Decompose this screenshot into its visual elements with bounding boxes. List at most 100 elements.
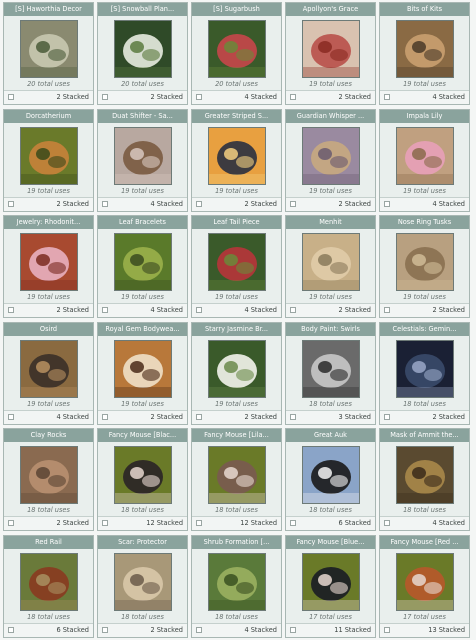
select-checkbox[interactable] [8,520,14,527]
item-card[interactable]: Fancy Mouse [Blue... 17 total uses 11 St… [285,534,376,638]
item-name[interactable]: Royal Gem Bodywea... [98,322,187,336]
item-card[interactable]: [S] Sugarbush 20 total uses 4 Stacked [191,2,282,105]
item-card[interactable]: Greater Striped S... 19 total uses 2 Sta… [191,108,282,212]
leaf-bracelet-icon[interactable] [113,233,172,292]
item-card[interactable]: Celestials: Gemin... 18 total uses 2 Sta… [379,321,470,425]
select-checkbox[interactable] [290,94,296,100]
item-card[interactable]: Menhit 19 total uses 2 Stacked [285,215,376,319]
select-checkbox[interactable] [102,520,108,527]
item-card[interactable]: Starry Jasmine Br... 19 total uses 2 Sta… [191,321,282,425]
select-checkbox[interactable] [102,200,108,207]
select-checkbox[interactable] [290,413,296,420]
red-fire-tail-icon[interactable] [301,20,360,78]
twin-cats-icon[interactable] [395,339,454,398]
white-flowers-icon[interactable] [113,20,172,78]
cougar-face-icon[interactable] [395,233,454,292]
lilac-mouse-icon[interactable] [207,446,266,505]
item-name[interactable]: Nose Ring Tusks [380,216,469,230]
select-checkbox[interactable] [384,626,390,633]
item-name[interactable]: Osird [4,322,93,336]
item-card[interactable]: Leaf Tail Piece 19 total uses 4 Stacked [191,215,282,319]
select-checkbox[interactable] [102,94,108,100]
item-card[interactable]: Bits of Kits 19 total uses 4 Stacked [379,2,470,105]
kittens-icon[interactable] [395,20,454,78]
item-card[interactable]: Nose Ring Tusks 19 total uses 2 Stacked [379,215,470,319]
pink-lily-icon[interactable] [395,126,454,185]
item-card[interactable]: Guardian Whisper ... 19 total uses 2 Sta… [285,108,376,212]
item-name[interactable]: Impala Lily [380,109,469,123]
item-card[interactable]: Apollyon's Grace 19 total uses 2 Stacked [285,2,376,105]
item-name[interactable]: Bits of Kits [380,3,469,16]
item-name[interactable]: Mask of Ammit the... [380,429,469,443]
item-name[interactable]: Fancy Mouse [Lila... [192,429,281,443]
select-checkbox[interactable] [196,520,202,527]
item-name[interactable]: Clay Rocks [4,429,93,443]
select-checkbox[interactable] [8,200,14,207]
select-checkbox[interactable] [290,626,296,633]
item-name[interactable]: Fancy Mouse [Blac... [98,429,187,443]
select-checkbox[interactable] [384,520,390,527]
item-name[interactable]: Leaf Bracelets [98,216,187,230]
select-checkbox[interactable] [8,307,14,314]
sugarbush-plant-icon[interactable] [207,20,266,78]
item-card[interactable]: Fancy Mouse [Lila... 18 total uses 12 St… [191,428,282,532]
select-checkbox[interactable] [102,626,108,633]
swallow-bird-icon[interactable] [207,126,266,185]
select-checkbox[interactable] [290,520,296,527]
item-name[interactable]: Guardian Whisper ... [286,109,375,123]
auk-bird-icon[interactable] [301,446,360,505]
rock-icon[interactable] [19,446,78,505]
falcon-lioness-icon[interactable] [113,126,172,185]
item-card[interactable]: Fancy Mouse [Blac... 18 total uses 12 St… [97,428,188,532]
dagger-icon[interactable] [19,339,78,398]
item-card[interactable]: Osird 19 total uses 4 Stacked [3,321,94,425]
select-checkbox[interactable] [384,307,390,314]
item-name[interactable]: [S] Haworthia Decor [4,3,93,16]
item-name[interactable]: Greater Striped S... [192,109,281,123]
item-card[interactable]: Leaf Bracelets 19 total uses 4 Stacked [97,215,188,319]
select-checkbox[interactable] [384,413,390,420]
select-checkbox[interactable] [196,307,202,314]
item-name[interactable]: Fancy Mouse [Red ... [380,535,469,549]
item-card[interactable]: Clay Rocks 18 total uses 2 Stacked [3,428,94,532]
item-card[interactable]: Royal Gem Bodywea... 19 total uses 2 Sta… [97,321,188,425]
item-card[interactable]: Red Rail 18 total uses 6 Stacked [3,534,94,638]
select-checkbox[interactable] [290,307,296,314]
succulent-icon[interactable] [19,20,78,78]
item-name[interactable]: Jewelry: Rhodonit... [4,216,93,230]
item-name[interactable]: Menhit [286,216,375,230]
lion-face-icon[interactable] [113,552,172,611]
select-checkbox[interactable] [196,626,202,633]
item-card[interactable]: [S] Snowball Plan... 20 total uses 2 Sta… [97,2,188,105]
item-name[interactable]: Body Paint: Swirls [286,322,375,336]
blue-mouse-icon[interactable] [301,552,360,611]
item-card[interactable]: Fancy Mouse [Red ... 17 total uses 13 St… [379,534,470,638]
select-checkbox[interactable] [384,94,390,100]
item-name[interactable]: Duat Shifter - Sa... [98,109,187,123]
item-card[interactable]: Shrub Formation [... 18 total uses 4 Sta… [191,534,282,638]
lioness-face-icon[interactable] [301,233,360,292]
pink-jewelry-icon[interactable] [19,233,78,292]
select-checkbox[interactable] [290,200,296,207]
item-card[interactable]: Duat Shifter - Sa... 19 total uses 4 Sta… [97,108,188,212]
leaf-tail-icon[interactable] [207,233,266,292]
select-checkbox[interactable] [196,200,202,207]
select-checkbox[interactable] [102,413,108,420]
swirl-paint-face-icon[interactable] [301,339,360,398]
select-checkbox[interactable] [8,94,14,100]
lioness-icon[interactable] [301,126,360,185]
item-name[interactable]: Scar: Protector [98,535,187,549]
jasmine-flowers-icon[interactable] [207,339,266,398]
item-name[interactable]: Starry Jasmine Br... [192,322,281,336]
black-mouse-icon[interactable] [113,446,172,505]
item-name[interactable]: Apollyon's Grace [286,3,375,16]
select-checkbox[interactable] [384,200,390,207]
item-card[interactable]: Great Auk 18 total uses 6 Stacked [285,428,376,532]
item-card[interactable]: Impala Lily 19 total uses 4 Stacked [379,108,470,212]
select-checkbox[interactable] [102,307,108,314]
item-card[interactable]: Mask of Ammit the... 18 total uses 4 Sta… [379,428,470,532]
item-card[interactable]: [S] Haworthia Decor 20 total uses 2 Stac… [3,2,94,105]
select-checkbox[interactable] [8,413,14,420]
item-name[interactable]: Fancy Mouse [Blue... [286,535,375,549]
item-name[interactable]: Dorcatherium [4,109,93,123]
